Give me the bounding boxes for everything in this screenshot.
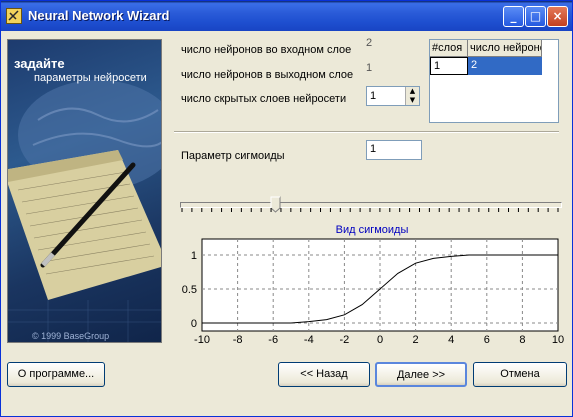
title-bar[interactable]: Neural Network Wizard _ □ × [1, 1, 572, 31]
section-divider [174, 131, 559, 133]
hidden-layers-spinner[interactable]: 1 ▲ ▼ [366, 86, 420, 106]
minimize-button[interactable]: _ [503, 6, 524, 27]
slider-ticks [181, 208, 559, 212]
grid-header-neurons[interactable]: число нейроно [468, 40, 542, 57]
side-banner-image: задайте параметры нейросети © 1999 BaseG… [7, 39, 162, 343]
brain-notebook-illustration [8, 80, 161, 342]
sigmoid-param-input[interactable]: 1 [366, 140, 422, 160]
chart-y-ticks: 00.51 [182, 250, 197, 330]
x-tick-label: -8 [233, 334, 243, 346]
banner-copyright: © 1999 BaseGroup [32, 331, 110, 341]
wizard-window: Neural Network Wizard _ □ × задайте пара… [0, 0, 573, 417]
output-neurons-value: 1 [364, 61, 416, 81]
sigmoid-chart: Вид сигмоиды -10 -8 -6 -4 -2 0 2 4 6 8 10 00.51 [182, 224, 564, 346]
close-button[interactable]: × [547, 6, 568, 27]
y-tick-label: 0.5 [182, 284, 197, 296]
spin-down-arrow-icon[interactable]: ▼ [405, 96, 419, 105]
x-tick-label: 6 [484, 334, 490, 346]
window-title: Neural Network Wizard [28, 8, 170, 23]
x-tick-label: 8 [519, 334, 525, 346]
back-button[interactable]: << Назад [278, 362, 370, 387]
hidden-layers-label: число скрытых слоев нейросети [181, 93, 347, 105]
banner-subheading: параметры нейросети [34, 72, 147, 84]
chart-title: Вид сигмоиды [336, 224, 409, 236]
x-tick-label: 4 [448, 334, 454, 346]
grid-cell-layer[interactable]: 1 [430, 57, 468, 75]
app-icon [6, 8, 22, 24]
chart-x-ticks: -10 -8 -6 -4 -2 0 2 4 6 8 10 [194, 334, 564, 346]
y-tick-label: 0 [191, 318, 197, 330]
grid-cell-neurons[interactable]: 2 [468, 57, 542, 75]
hidden-layers-value[interactable]: 1 [370, 90, 376, 102]
sigmoid-param-label: Параметр сигмоиды [181, 150, 285, 162]
input-neurons-value: 2 [364, 36, 416, 56]
spin-up-arrow-icon[interactable]: ▲ [405, 87, 419, 96]
x-tick-label: -6 [268, 334, 278, 346]
y-tick-label: 1 [191, 250, 197, 262]
x-tick-label: -10 [194, 334, 210, 346]
about-button[interactable]: О программе... [7, 362, 105, 387]
next-button[interactable]: Далее >> [375, 362, 467, 387]
x-tick-label: 2 [413, 334, 419, 346]
maximize-button[interactable]: □ [525, 6, 546, 27]
banner-heading: задайте [14, 56, 65, 71]
grid-header-layer[interactable]: #слоя [430, 40, 468, 57]
cancel-button[interactable]: Отмена [473, 362, 567, 387]
x-tick-label: 10 [552, 334, 564, 346]
x-tick-label: -4 [304, 334, 314, 346]
wizard-client-area: задайте параметры нейросети © 1999 BaseG… [4, 31, 569, 413]
layers-grid[interactable]: #слоя число нейроно 1 2 [429, 39, 559, 123]
input-neurons-label: число нейронов во входном слое [181, 44, 352, 56]
x-tick-label: 0 [377, 334, 383, 346]
x-tick-label: -2 [340, 334, 350, 346]
output-neurons-label: число нейронов в выходном слое [181, 69, 354, 81]
